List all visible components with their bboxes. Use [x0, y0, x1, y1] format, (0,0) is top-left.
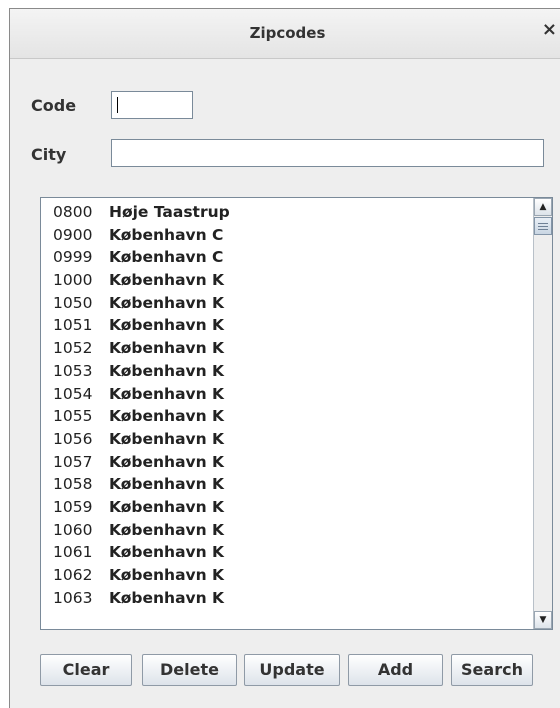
list-item-zip: 1054	[53, 384, 93, 403]
list-item-zip: 0800	[53, 203, 93, 221]
city-label: City	[31, 145, 67, 164]
list-item-zip: 1059	[53, 497, 93, 516]
list-item-zip: 1060	[53, 520, 93, 539]
list-item-city: København K	[109, 361, 225, 380]
thumb-grip-line	[538, 229, 548, 230]
list-item[interactable]: 1051 København K	[41, 314, 533, 337]
list-item-zip: 0900	[53, 225, 93, 244]
list-item[interactable]: 1057 København K	[41, 451, 533, 474]
list-item-zip: 1052	[53, 339, 93, 358]
thumb-grip-line	[538, 226, 548, 227]
scroll-up-icon[interactable]: ▲	[534, 198, 552, 216]
list-item-city: København K	[109, 271, 225, 290]
list-item-city: København K	[109, 520, 225, 539]
list-item-city: København K	[109, 293, 225, 312]
list-item[interactable]: 1058 København K	[41, 473, 533, 496]
delete-button[interactable]: Delete	[142, 654, 237, 686]
list-item-zip: 0999	[53, 248, 93, 267]
list-item-zip: 1062	[53, 566, 93, 584]
list-item[interactable]: 1050 København K	[41, 292, 533, 315]
list-item-zip: 1058	[53, 475, 93, 494]
city-field[interactable]	[111, 139, 544, 167]
thumb-grip-line	[538, 223, 548, 224]
list-item[interactable]: 0999 København C	[41, 246, 533, 269]
list-item-city: København K	[109, 566, 225, 584]
scroll-thumb[interactable]	[534, 217, 552, 235]
list-item-zip: 1053	[53, 361, 93, 380]
list-item-city: København C	[109, 225, 224, 244]
list-item[interactable]: 0900 København C	[41, 224, 533, 247]
list-item[interactable]: 1059 København K	[41, 496, 533, 519]
list-item[interactable]: 1063 København K	[41, 587, 533, 610]
list-item-zip: 1050	[53, 293, 93, 312]
list-item-city: København K	[109, 384, 225, 403]
list-item-zip: 1063	[53, 588, 93, 607]
list-item[interactable]: 1053 København K	[41, 360, 533, 383]
list-item[interactable]: 1060 København K	[41, 519, 533, 542]
list-item-city: København K	[109, 452, 225, 471]
list-item-zip: 1000	[53, 271, 93, 290]
search-button[interactable]: Search	[451, 654, 533, 686]
text-caret	[117, 97, 118, 113]
list-item[interactable]: 1062 København K	[41, 564, 533, 587]
vertical-scrollbar[interactable]: ▲ ▼	[533, 198, 552, 629]
code-label: Code	[31, 96, 77, 115]
list-item-city: København K	[109, 316, 225, 335]
scroll-down-icon[interactable]: ▼	[534, 611, 552, 629]
zipcodes-dialog: Zipcodes × Code City 0800 Høje Taastrup 09…	[9, 8, 560, 708]
list-item-city: København K	[109, 429, 225, 448]
list-item-city: København C	[109, 248, 224, 267]
window-title: Zipcodes	[249, 24, 326, 42]
list-item-city: Høje Taastrup	[109, 203, 230, 221]
list-item-city: København K	[109, 407, 225, 426]
title-bar: Zipcodes ×	[10, 9, 560, 59]
list-item-zip: 1057	[53, 452, 93, 471]
list-item-city: København K	[109, 543, 225, 562]
list-item[interactable]: 1054 København K	[41, 383, 533, 406]
clear-button[interactable]: Clear	[40, 654, 132, 686]
close-icon[interactable]: ×	[542, 21, 557, 39]
list-item[interactable]: 1000 København K	[41, 269, 533, 292]
list-item-zip: 1055	[53, 407, 93, 426]
list-item[interactable]: 1056 København K	[41, 428, 533, 451]
list-item[interactable]: 1061 København K	[41, 541, 533, 564]
list-item[interactable]: 1052 København K	[41, 337, 533, 360]
zipcode-list[interactable]: 0800 Høje Taastrup 0900 København C 0999 Købe…	[40, 197, 553, 630]
zipcode-list-rows: 0800 Høje Taastrup 0900 København C 0999 Købe…	[41, 198, 533, 629]
list-item[interactable]: 1055 København K	[41, 405, 533, 428]
code-field[interactable]	[111, 91, 193, 119]
update-button[interactable]: Update	[244, 654, 340, 686]
list-item-city: København K	[109, 588, 225, 607]
list-item-city: København K	[109, 497, 225, 516]
list-item-zip: 1051	[53, 316, 93, 335]
list-item-city: København K	[109, 475, 225, 494]
add-button[interactable]: Add	[348, 654, 443, 686]
list-item-city: København K	[109, 339, 225, 358]
list-item[interactable]: 0800 Høje Taastrup	[41, 201, 533, 224]
list-item-zip: 1056	[53, 429, 93, 448]
list-item-zip: 1061	[53, 543, 93, 562]
